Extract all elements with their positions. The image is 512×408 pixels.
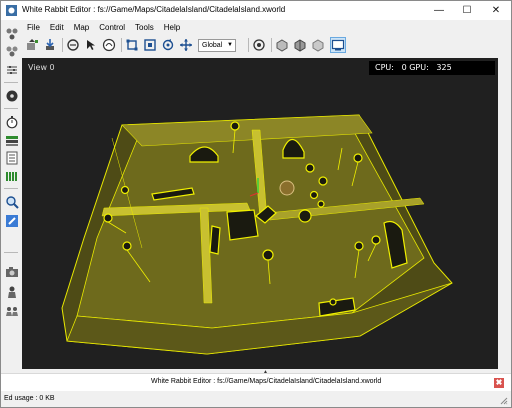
window-title: White Rabbit Editor : fs://Game/Maps/Cit… <box>22 5 286 14</box>
maximize-button[interactable]: ☐ <box>453 1 481 20</box>
sliders-icon <box>6 65 17 74</box>
performance-stats: CPU: 0 GPU: 325 <box>369 61 495 75</box>
shaded-icon <box>312 39 324 52</box>
toolbar-separator <box>62 38 63 52</box>
layers-button[interactable] <box>3 43 20 58</box>
menu-bar: File Edit Map Control Tools Help <box>22 22 185 34</box>
import-icon <box>46 39 54 50</box>
status-bar: Ed usage : 0 KB <box>1 391 511 407</box>
menu-file[interactable]: File <box>22 22 45 34</box>
menu-map[interactable]: Map <box>69 22 95 34</box>
select-icon <box>87 40 95 50</box>
script-button[interactable] <box>3 213 20 228</box>
menu-help[interactable]: Help <box>159 22 185 34</box>
rotate-icon <box>162 39 174 51</box>
toolbar-separator <box>121 38 122 52</box>
list-icon <box>6 151 17 164</box>
rotate-tool-button[interactable] <box>160 37 176 53</box>
paint-button[interactable] <box>65 37 81 53</box>
sound-button[interactable] <box>3 88 20 103</box>
paint-icon <box>67 39 79 51</box>
scene-render[interactable] <box>22 58 498 369</box>
close-icon: ✕ <box>491 5 501 16</box>
menu-control[interactable]: Control <box>94 22 130 34</box>
toolbar-separator <box>4 82 18 83</box>
terrain-icon <box>5 135 18 146</box>
resize-grip-icon[interactable] <box>500 397 508 405</box>
hand-icon <box>102 38 116 52</box>
output-panel-text: White Rabbit Editor : fs://Game/Maps/Cit… <box>151 378 382 385</box>
editor-window: White Rabbit Editor : fs://Game/Maps/Cit… <box>0 0 512 408</box>
list-button[interactable] <box>3 150 20 165</box>
pencil-icon <box>5 214 18 227</box>
fullscreen-button[interactable] <box>330 37 346 53</box>
settings-button[interactable] <box>3 62 20 77</box>
layers-icon <box>6 46 17 56</box>
viewport-scrollbar[interactable] <box>498 58 511 369</box>
select-tool-button[interactable] <box>83 37 99 53</box>
app-icon <box>6 5 17 16</box>
menu-edit[interactable]: Edit <box>45 22 69 34</box>
scale-tool-button[interactable] <box>142 37 158 53</box>
entities-icon <box>6 28 17 39</box>
new-object-icon <box>27 39 38 50</box>
capture-button[interactable] <box>3 264 20 279</box>
chevron-down-icon: ▼ <box>227 42 233 48</box>
wireframe-button[interactable] <box>292 37 308 53</box>
foliage-icon <box>5 171 17 181</box>
maximize-icon: ☐ <box>462 5 472 16</box>
toolbar-separator <box>271 38 272 52</box>
output-panel-close-button[interactable]: ✖ <box>494 378 504 388</box>
close-button[interactable]: ✕ <box>482 1 510 20</box>
camera-icon <box>5 266 18 277</box>
wireframe-icon <box>294 39 306 52</box>
find-button[interactable] <box>3 194 20 209</box>
editor-usage-status: Ed usage : 0 KB <box>4 395 55 402</box>
coordinate-space-value: Global <box>202 42 223 49</box>
terrain-button[interactable] <box>3 132 20 147</box>
stopwatch-icon <box>6 115 17 128</box>
viewport-label: View 0 <box>28 63 55 72</box>
scene-viewport[interactable]: View 0 CPU: 0 GPU: 325 <box>22 58 498 369</box>
toolbar-separator <box>248 38 249 52</box>
shaded-button[interactable] <box>310 37 326 53</box>
group-icon <box>5 306 18 316</box>
physics-icon <box>276 39 288 52</box>
disc-icon <box>6 90 17 101</box>
move-icon <box>126 39 138 51</box>
character-icon <box>7 286 16 298</box>
physics-button[interactable] <box>274 37 290 53</box>
translate-tool-button[interactable] <box>178 37 194 53</box>
snap-button[interactable] <box>251 37 267 53</box>
translate-icon <box>180 39 192 51</box>
hand-tool-button[interactable] <box>101 37 117 53</box>
import-button[interactable] <box>42 37 58 53</box>
output-panel: White Rabbit Editor : fs://Game/Maps/Cit… <box>1 373 511 391</box>
toolbar-separator <box>4 188 18 189</box>
timer-button[interactable] <box>3 114 20 129</box>
group-button[interactable] <box>3 303 20 318</box>
snap-icon <box>253 39 265 51</box>
move-tool-button[interactable] <box>124 37 140 53</box>
close-icon: ✖ <box>495 378 503 387</box>
fullscreen-icon <box>331 39 345 51</box>
scale-icon <box>144 39 156 51</box>
entities-button[interactable] <box>3 26 20 41</box>
character-button[interactable] <box>3 284 20 299</box>
title-bar[interactable]: White Rabbit Editor : fs://Game/Maps/Cit… <box>1 1 511 20</box>
minimize-button[interactable]: — <box>425 1 453 20</box>
toolbar-separator <box>4 108 18 109</box>
new-object-button[interactable] <box>24 37 40 53</box>
foliage-button[interactable] <box>3 168 20 183</box>
toolbar-separator <box>4 252 18 253</box>
search-icon <box>5 195 19 209</box>
minimize-icon: — <box>434 5 444 16</box>
menu-tools[interactable]: Tools <box>130 22 159 34</box>
left-toolbar <box>1 20 22 372</box>
main-toolbar <box>22 35 511 55</box>
coordinate-space-select[interactable]: Global ▼ <box>198 39 236 52</box>
